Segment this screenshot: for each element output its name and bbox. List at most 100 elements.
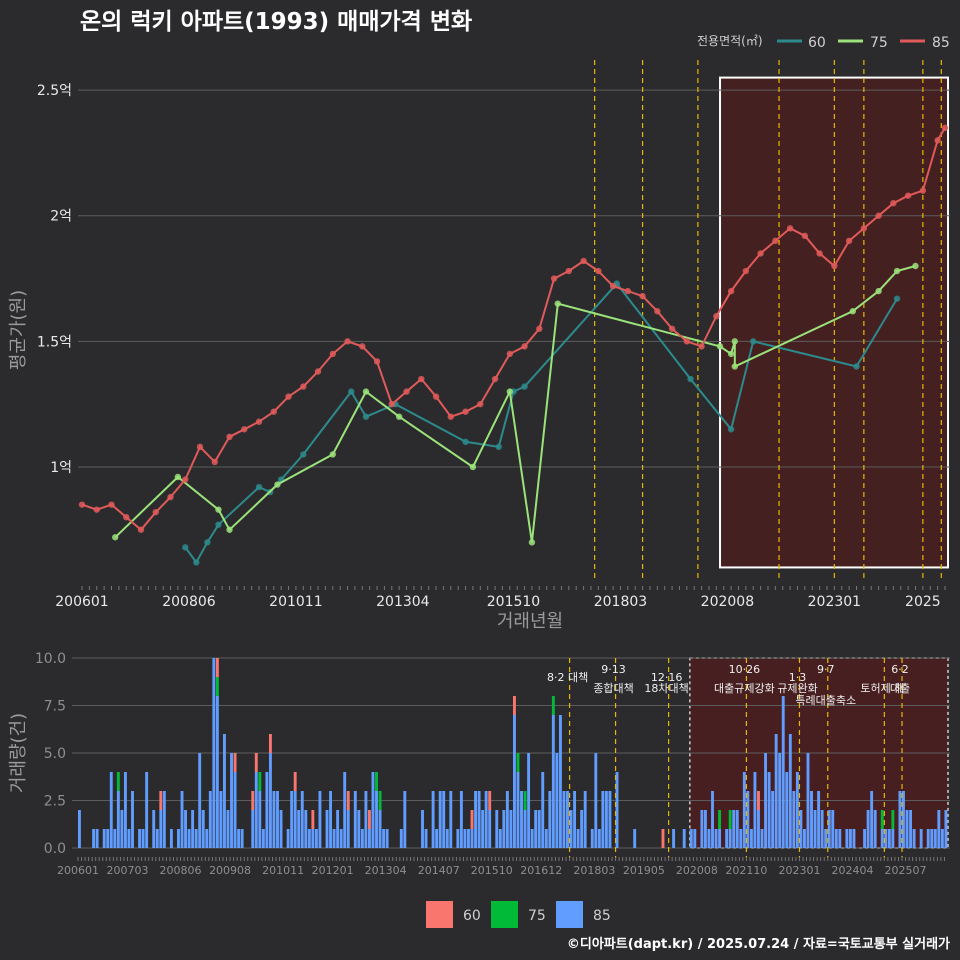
volume-x-tick-label: 201612 [520,864,562,877]
volume-x-tick-label: 201201 [312,864,354,877]
data-point-85 [285,393,292,400]
bar-85 [548,791,552,848]
bar-85 [297,810,301,848]
bar-85 [290,791,294,848]
bar-85 [863,829,867,848]
data-point-85 [255,418,263,425]
legend-bottom-label-60: 60 [463,908,481,924]
bar-75 [728,810,732,829]
bar-85 [95,829,99,848]
policy-label: 9·7 [817,663,835,676]
volume-x-tick-label: 202301 [778,864,820,877]
legend-swatch-75 [491,901,518,928]
bar-85 [456,829,460,848]
x-tick-label: 202301 [808,594,861,610]
volume-x-tick-label: 201304 [365,864,407,877]
data-point-60 [193,559,200,566]
data-point-85 [713,313,720,320]
bar-85 [109,772,113,848]
data-point-60 [495,443,502,451]
bar-85 [155,829,159,848]
legend-swatch-85 [556,901,583,928]
data-point-75 [362,388,370,395]
x-tick-label: 201304 [376,594,430,610]
bar-85 [212,658,216,848]
bar-85 [201,810,205,848]
y-axis-title: 평균가(원) [8,290,29,370]
x-tick-label: 201803 [594,594,647,610]
data-point-85 [167,493,174,501]
bar-85 [601,791,605,848]
volume-x-tick-label: 201407 [418,864,460,877]
bar-85 [682,829,686,848]
bar-85 [810,791,813,848]
data-point-75 [731,338,738,345]
chart-canvas: 온의 럭키 아파트(1993) 매매가격 변화 전용면적(㎡) 60 75 85… [0,0,960,960]
data-point-60 [462,438,469,446]
bar-85 [360,829,364,848]
data-point-85 [845,237,853,245]
bar-85 [314,829,318,848]
policy-label-sub: 대출 [890,682,910,695]
data-point-60 [521,383,528,390]
bar-85 [757,810,760,848]
bar-85 [230,753,233,848]
data-point-60 [300,451,307,458]
bar-85 [566,791,569,848]
legend-title: 전용면적(㎡) [697,34,763,48]
data-point-85 [639,292,646,300]
bar-85 [279,810,283,848]
bar-85 [276,791,279,848]
bar-85 [184,810,187,848]
data-point-85 [831,262,838,270]
data-point-85 [654,308,661,315]
bar-85 [774,734,778,848]
data-point-85 [270,408,277,415]
data-point-75 [395,413,403,420]
data-point-75 [506,388,514,395]
bar-85 [131,791,134,848]
data-point-75 [528,539,536,546]
bar-85 [785,772,789,848]
data-point-75 [111,534,119,541]
bar-85 [703,810,707,848]
policy-label: 8·2 대책 [547,671,588,684]
bar-85 [265,772,269,848]
bar-85 [498,829,502,848]
bar-85 [162,791,166,848]
bar-60 [470,810,474,829]
bar-85 [141,829,145,848]
bar-60 [233,753,237,772]
bar-85 [488,810,492,848]
bar-85 [353,791,357,848]
bar-85 [940,829,944,848]
data-point-85 [742,267,750,275]
data-point-85 [772,237,779,245]
bar-85 [530,829,534,848]
policy-label: 6·2 [891,663,909,676]
bar-85 [205,829,209,848]
bar-85 [120,810,124,848]
bar-85 [537,810,541,848]
bar-85 [792,791,796,848]
bar-85 [219,791,223,848]
bar-85 [251,810,255,848]
bar-85 [806,753,810,848]
bar-85 [371,772,375,848]
data-point-60 [255,483,263,491]
policy-label: 9·13 [601,663,626,676]
volume-x-tick-label: 200601 [57,864,99,877]
bar-85 [544,829,548,848]
bar-85 [926,829,930,848]
bar-85 [795,772,799,848]
bar-85 [502,810,506,848]
bar-85 [848,829,852,848]
x-axis-title: 거래년월 [497,611,563,632]
bar-85 [693,829,697,848]
volume-x-tick-label: 201803 [573,864,615,877]
bar-85 [127,829,131,848]
bar-85 [534,810,538,848]
bar-85 [477,791,481,848]
data-point-85 [93,506,100,513]
bar-60 [254,753,258,772]
